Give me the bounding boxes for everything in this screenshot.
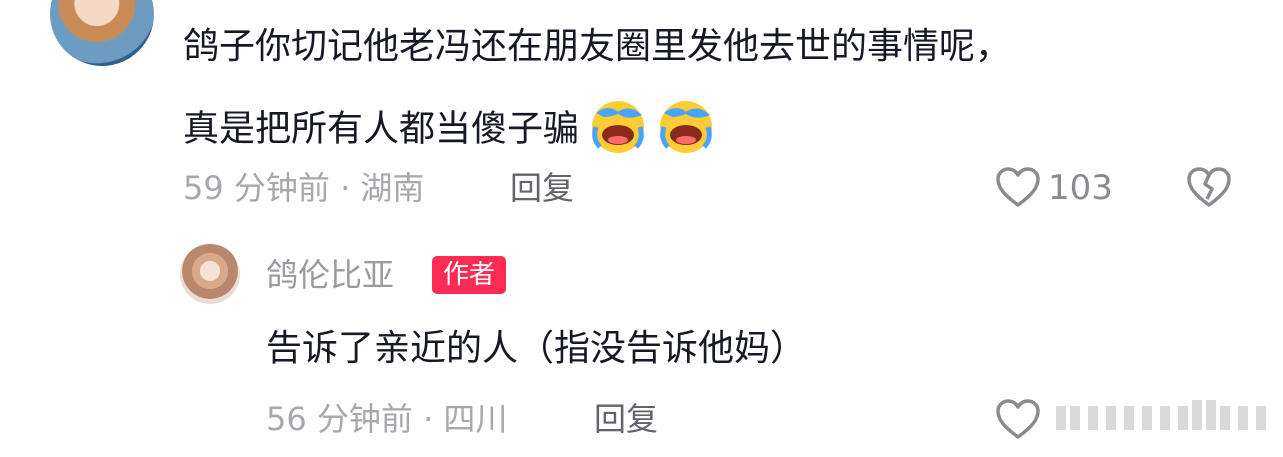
crying-laughing-emoji-icon — [590, 99, 646, 162]
comment-time-location: 59 分钟前 · 湖南 — [183, 169, 425, 207]
author-badge: 作者 — [432, 256, 507, 294]
heart-icon — [996, 167, 1040, 207]
reply-like-button[interactable] — [995, 398, 1041, 444]
comment-thread: 鸽子你切记他老冯还在朋友圈里发他去世的事情呢， 真是把所有人都当傻子骗 59 分… — [0, 0, 1283, 457]
broken-heart-icon — [1187, 167, 1231, 207]
comment-text-line-2: 真是把所有人都当傻子骗 — [183, 108, 580, 150]
author-avatar[interactable] — [180, 244, 240, 304]
comment-reply-button[interactable]: 回复 — [510, 172, 574, 204]
reply-text: 告诉了亲近的人（指没告诉他妈） — [266, 328, 807, 369]
crying-laughing-emoji-icon — [658, 99, 714, 162]
comment-text-line-1: 鸽子你切记他老冯还在朋友圈里发他去世的事情呢， — [183, 26, 1012, 67]
commenter-avatar[interactable] — [50, 0, 154, 66]
like-count: 103 — [1048, 168, 1113, 208]
comment-text-line-2-row: 真是把所有人都当傻子骗 — [183, 99, 714, 162]
reply-time-location: 56 分钟前 · 四川 — [266, 400, 508, 438]
watermark-overlay — [1052, 398, 1272, 438]
heart-icon — [996, 399, 1040, 439]
like-button[interactable] — [995, 166, 1041, 212]
reply-reply-button[interactable]: 回复 — [594, 403, 658, 435]
reply-username[interactable]: 鸽伦比亚 — [266, 259, 394, 291]
dislike-button[interactable] — [1186, 166, 1232, 212]
